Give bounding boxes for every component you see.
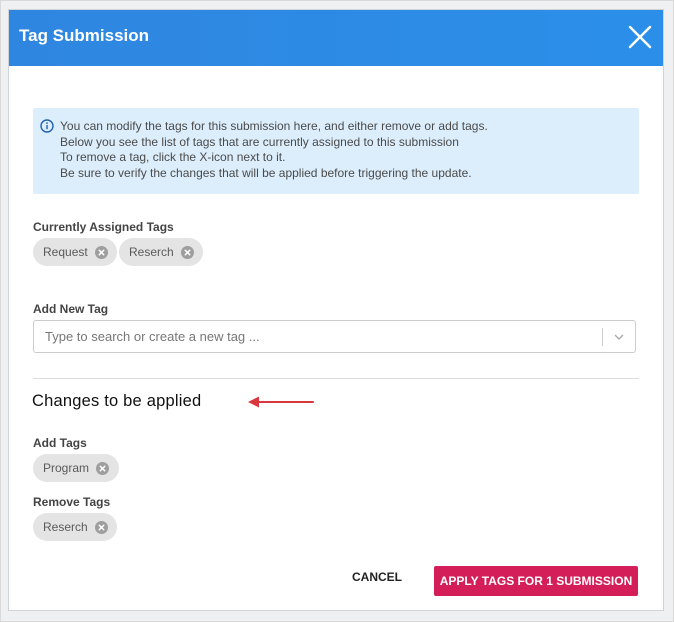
close-button[interactable] bbox=[627, 24, 653, 50]
info-line: Below you see the list of tags that are … bbox=[60, 134, 459, 149]
remove-tags-label: Remove Tags bbox=[33, 495, 111, 509]
remove-tag-icon[interactable] bbox=[94, 520, 108, 534]
tag-search-select[interactable] bbox=[33, 320, 636, 353]
chevron-down-icon[interactable] bbox=[612, 331, 626, 343]
info-line: You can modify the tags for this submiss… bbox=[60, 119, 488, 133]
changes-title: Changes to be applied bbox=[32, 392, 202, 410]
close-icon bbox=[628, 25, 652, 49]
remove-tag-icon[interactable] bbox=[94, 245, 108, 259]
remove-tag-icon[interactable] bbox=[96, 461, 110, 475]
apply-tags-button[interactable]: APPLY TAGS FOR 1 SUBMISSION bbox=[434, 566, 638, 596]
assigned-tag-chip: Request bbox=[33, 238, 117, 266]
remove-tag-icon[interactable] bbox=[180, 245, 194, 259]
dialog-title: Tag Submission bbox=[19, 26, 150, 45]
add-new-tag-label: Add New Tag bbox=[33, 302, 109, 316]
assigned-tag-chip: Reserch bbox=[119, 238, 203, 266]
info-line: Be sure to verify the changes that will … bbox=[60, 165, 472, 180]
info-text: You can modify the tags for this submiss… bbox=[60, 119, 488, 181]
select-separator bbox=[602, 328, 603, 346]
screenshot-frame: Tag Submission You can modify the tags f… bbox=[0, 0, 674, 622]
add-tags-label: Add Tags bbox=[33, 436, 87, 450]
dialog-header: Tag Submission bbox=[9, 10, 663, 66]
tag-search-input[interactable] bbox=[43, 328, 607, 345]
tag-label: Reserch bbox=[129, 245, 174, 259]
section-divider bbox=[33, 378, 639, 379]
tag-submission-dialog: Tag Submission You can modify the tags f… bbox=[8, 9, 664, 611]
annotation-arrow-icon bbox=[248, 396, 314, 408]
tag-label: Program bbox=[43, 461, 90, 475]
currently-assigned-label: Currently Assigned Tags bbox=[33, 220, 174, 234]
add-tag-chip: Program bbox=[33, 454, 119, 482]
cancel-button[interactable]: CANCEL bbox=[352, 570, 402, 584]
info-box: You can modify the tags for this submiss… bbox=[33, 108, 639, 194]
tag-label: Reserch bbox=[43, 520, 88, 534]
info-icon bbox=[40, 119, 54, 133]
info-line: To remove a tag, click the X-icon next t… bbox=[60, 150, 286, 164]
tag-label: Request bbox=[43, 245, 88, 259]
remove-tag-chip: Reserch bbox=[33, 513, 117, 541]
